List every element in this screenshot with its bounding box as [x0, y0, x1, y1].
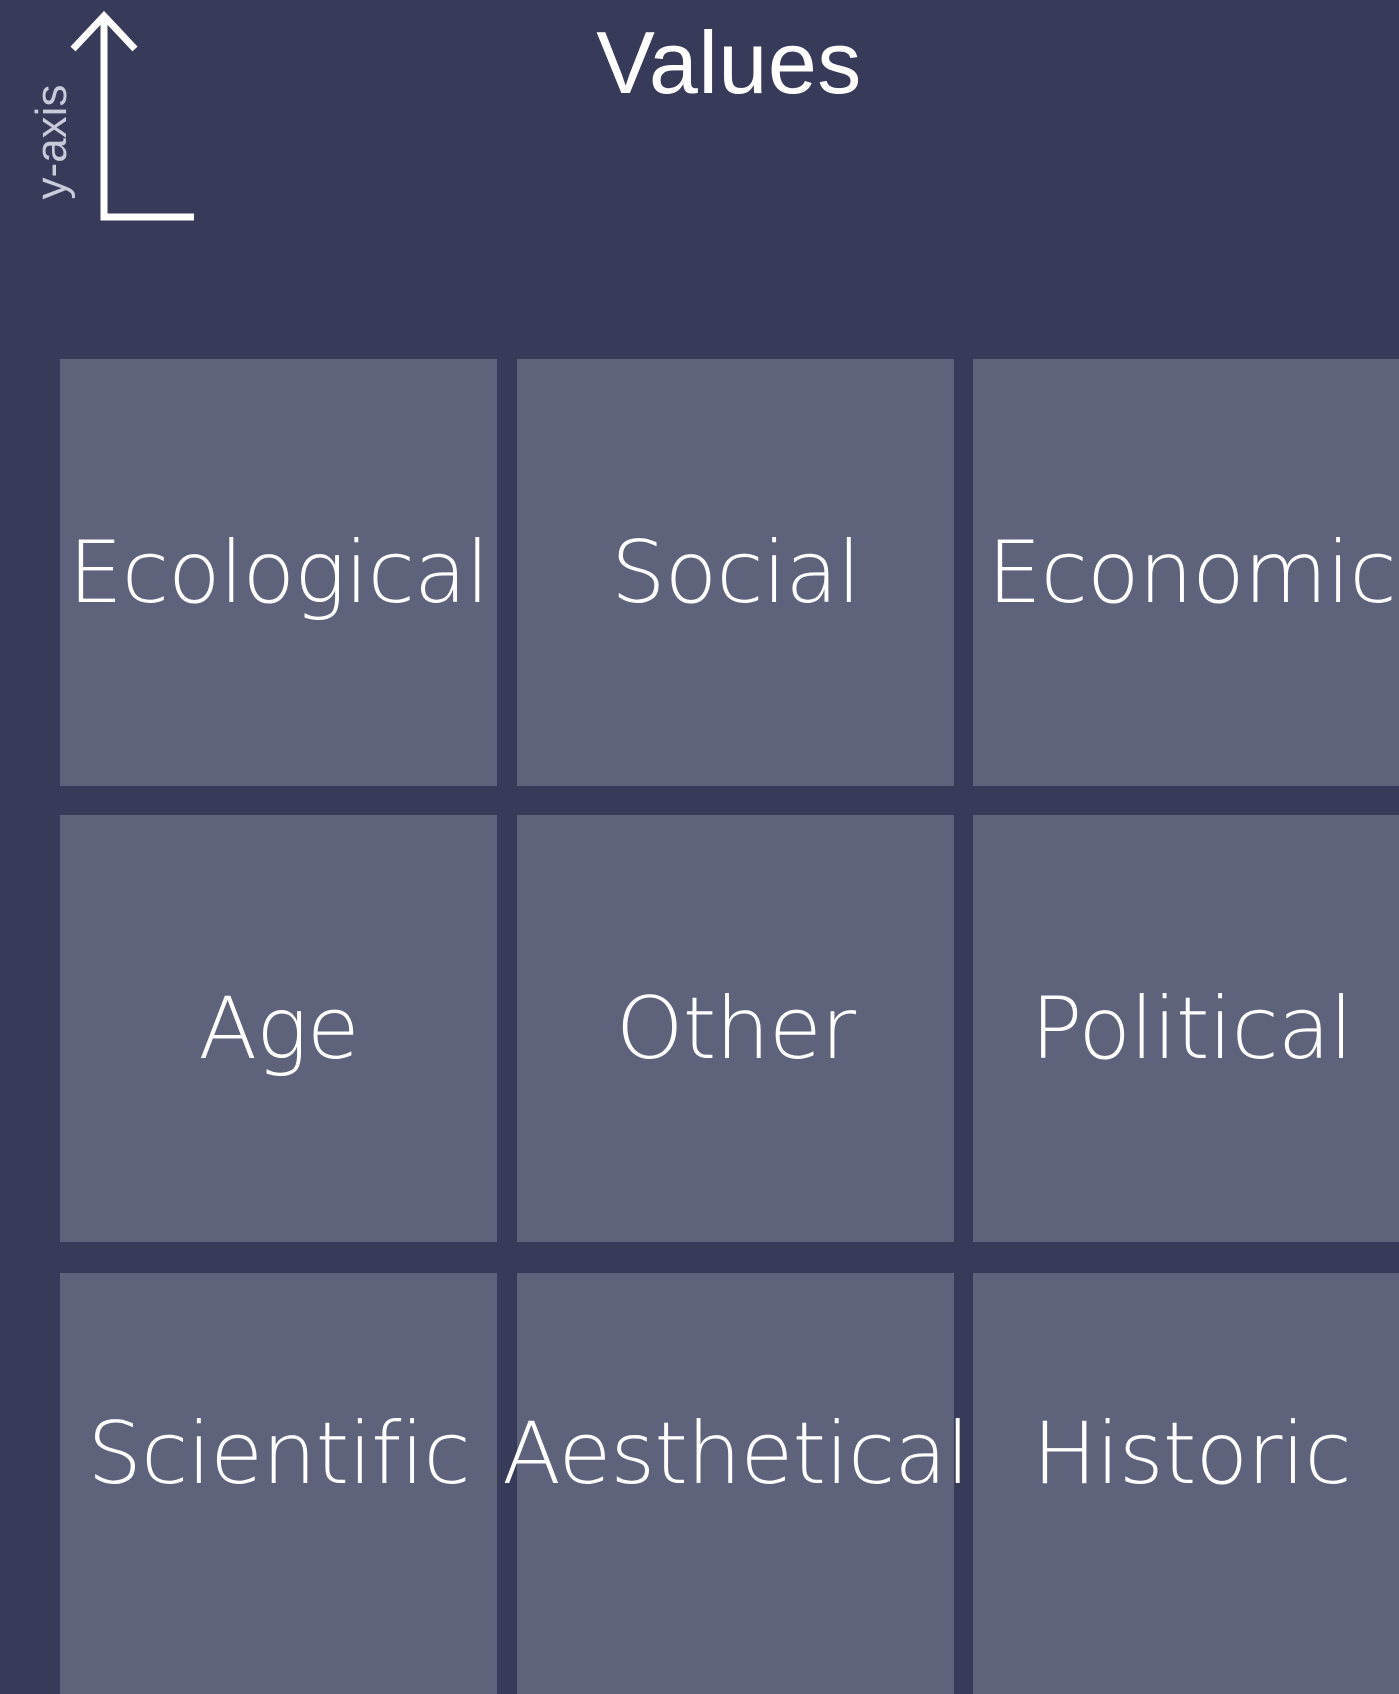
tile-historic[interactable]: Historic	[973, 1273, 1399, 1694]
tile-label: Social	[611, 522, 861, 623]
tile-label: Historic	[1032, 1403, 1351, 1504]
tile-label: Political	[1030, 978, 1354, 1079]
tile-label: Aesthetical	[502, 1403, 970, 1504]
tile-age[interactable]: Age	[60, 815, 497, 1242]
tile-label: Age	[198, 978, 359, 1079]
tile-other[interactable]: Other	[517, 815, 954, 1242]
tile-social[interactable]: Social	[517, 359, 954, 786]
tile-ecological[interactable]: Ecological	[60, 359, 497, 786]
tile-label: Economic	[987, 522, 1396, 623]
tile-aesthetical[interactable]: Aesthetical	[502, 1273, 970, 1694]
tile-label: Other	[615, 978, 856, 1079]
tile-label: Scientific	[87, 1403, 470, 1504]
tile-political[interactable]: Political	[973, 815, 1399, 1242]
tile-scientific[interactable]: Scientific	[60, 1273, 497, 1694]
y-axis-indicator: y-axis	[0, 0, 220, 240]
y-axis-label: y-axis	[27, 84, 76, 200]
tile-label: Ecological	[68, 522, 489, 623]
tile-economic[interactable]: Economic	[973, 359, 1399, 786]
